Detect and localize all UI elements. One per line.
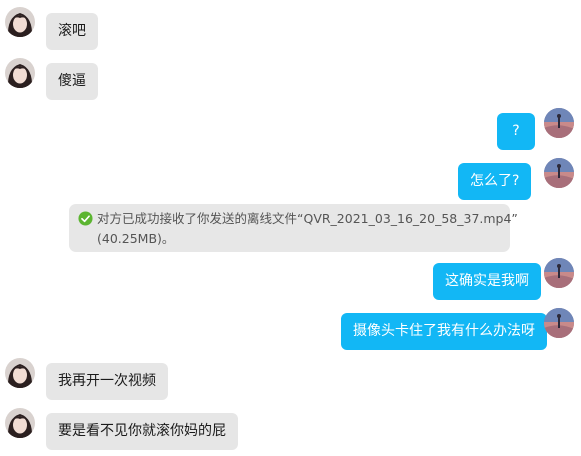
self-avatar-image <box>544 108 574 138</box>
outgoing-message-bubble[interactable]: ? <box>497 113 535 150</box>
file-received-notice: 对方已成功接收了你发送的离线文件“QVR_2021_03_16_20_58_37… <box>69 204 518 252</box>
contact-avatar-image <box>5 58 35 88</box>
self-avatar-image <box>544 258 574 288</box>
self-avatar-image <box>544 308 574 338</box>
incoming-message-bubble[interactable]: 我再开一次视频 <box>46 363 168 400</box>
incoming-message-bubble[interactable]: 要是看不见你就滚你妈的屁 <box>46 413 238 450</box>
contact-avatar[interactable] <box>5 408 35 438</box>
incoming-message-bubble[interactable]: 傻逼 <box>46 63 98 100</box>
outgoing-message-bubble[interactable]: 这确实是我啊 <box>433 263 541 300</box>
self-avatar[interactable] <box>544 258 574 288</box>
self-avatar-image <box>544 158 574 188</box>
check-circle-icon <box>78 211 93 226</box>
self-avatar[interactable] <box>544 158 574 188</box>
self-avatar[interactable] <box>544 108 574 138</box>
contact-avatar[interactable] <box>5 7 35 37</box>
notice-text-line2: (40.25MB)。 <box>97 231 175 246</box>
contact-avatar[interactable] <box>5 358 35 388</box>
contact-avatar-image <box>5 408 35 438</box>
outgoing-message-bubble[interactable]: 摄像头卡住了我有什么办法呀 <box>341 313 547 350</box>
outgoing-message-bubble[interactable]: 怎么了? <box>458 163 532 200</box>
contact-avatar-image <box>5 358 35 388</box>
self-avatar[interactable] <box>544 308 574 338</box>
incoming-message-bubble[interactable]: 滚吧 <box>46 13 98 50</box>
contact-avatar-image <box>5 7 35 37</box>
notice-text-line1: 对方已成功接收了你发送的离线文件“QVR_2021_03_16_20_58_37… <box>97 211 518 226</box>
contact-avatar[interactable] <box>5 58 35 88</box>
